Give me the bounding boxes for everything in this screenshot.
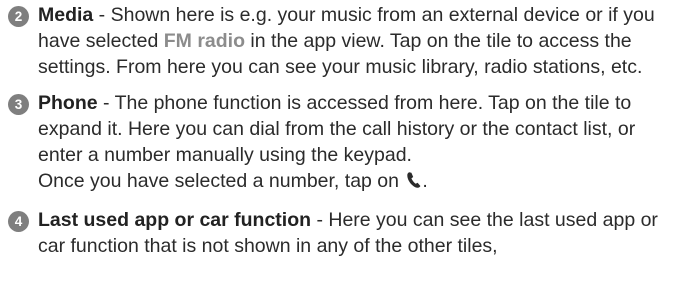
item-description: - The phone function is accessed from he…: [38, 92, 636, 166]
phone-handset-icon: [407, 172, 421, 188]
item-description-end: .: [422, 170, 428, 192]
instruction-list: 2 Media - Shown here is e.g. your music …: [0, 0, 678, 259]
item-number-badge: 2: [8, 6, 29, 27]
list-item-media: 2 Media - Shown here is e.g. your music …: [0, 2, 678, 80]
item-term: Phone: [38, 92, 98, 114]
item-number-badge: 3: [8, 94, 29, 115]
item-number-badge: 4: [8, 211, 29, 232]
fm-radio-highlight: FM radio: [163, 30, 246, 52]
list-item-phone: 3 Phone - The phone function is accessed…: [0, 90, 678, 194]
item-term: Media: [38, 4, 94, 26]
item-description-line2: Once you have selected a number, tap on: [38, 170, 405, 192]
list-item-last-used: 4 Last used app or car function - Here y…: [0, 207, 678, 259]
item-term: Last used app or car function: [38, 209, 312, 231]
